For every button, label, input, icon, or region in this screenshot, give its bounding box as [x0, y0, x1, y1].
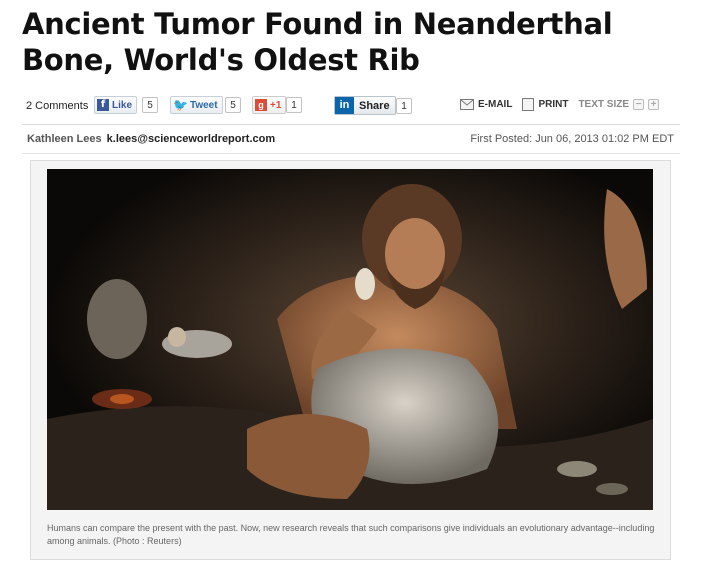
- posted-date: First Posted: Jun 06, 2013 01:02 PM EDT: [470, 133, 674, 145]
- google-plus-icon: g: [255, 99, 267, 111]
- tweet-button[interactable]: 🐦 Tweet: [170, 96, 223, 114]
- divider: [22, 124, 680, 125]
- facebook-like-label: Like: [112, 99, 133, 111]
- comments-link[interactable]: 2 Comments: [26, 100, 88, 112]
- print-button[interactable]: PRINT: [522, 98, 568, 111]
- photo-caption: Humans can compare the present with the …: [47, 523, 655, 546]
- print-icon: [522, 98, 535, 111]
- print-label: PRINT: [538, 99, 569, 110]
- google-plus-button[interactable]: g +1: [252, 96, 287, 114]
- twitter-icon: 🐦: [173, 98, 188, 112]
- email-label: E-MAIL: [478, 99, 513, 110]
- divider: [22, 153, 680, 154]
- email-button[interactable]: E-MAIL: [460, 99, 512, 110]
- article-title: Ancient Tumor Found in Neanderthal Bone,…: [22, 7, 613, 77]
- tweet-label: Tweet: [189, 99, 218, 111]
- author-name[interactable]: Kathleen Lees: [27, 133, 102, 145]
- email-icon: [460, 99, 474, 110]
- linkedin-share-button[interactable]: in Share: [334, 96, 396, 115]
- plus-icon[interactable]: +: [648, 99, 660, 110]
- facebook-icon: f: [97, 99, 109, 111]
- share-toolbar: 2 Comments f Like 5 🐦 Tweet 5 g +1 1 in …: [24, 96, 674, 118]
- article-figure: Humans can compare the present with the …: [30, 160, 671, 560]
- facebook-like-button[interactable]: f Like: [94, 96, 138, 114]
- author-email[interactable]: k.lees@scienceworldreport.com: [107, 133, 275, 145]
- minus-icon[interactable]: −: [633, 99, 645, 110]
- linkedin-icon: in: [335, 97, 354, 114]
- byline: Kathleen Lees k.lees@scienceworldreport.…: [27, 133, 275, 145]
- linkedin-share-label: Share: [359, 99, 390, 112]
- article-photo: [47, 169, 653, 510]
- linkedin-share-count: 1: [396, 98, 412, 114]
- tweet-count: 5: [225, 97, 241, 113]
- google-plus-count: 1: [286, 97, 302, 113]
- text-size-label: TEXT SIZE: [578, 99, 630, 110]
- google-plus-label: +1: [270, 99, 282, 111]
- facebook-like-count: 5: [142, 97, 158, 113]
- article-tools: E-MAIL PRINT TEXT SIZE − +: [460, 98, 663, 111]
